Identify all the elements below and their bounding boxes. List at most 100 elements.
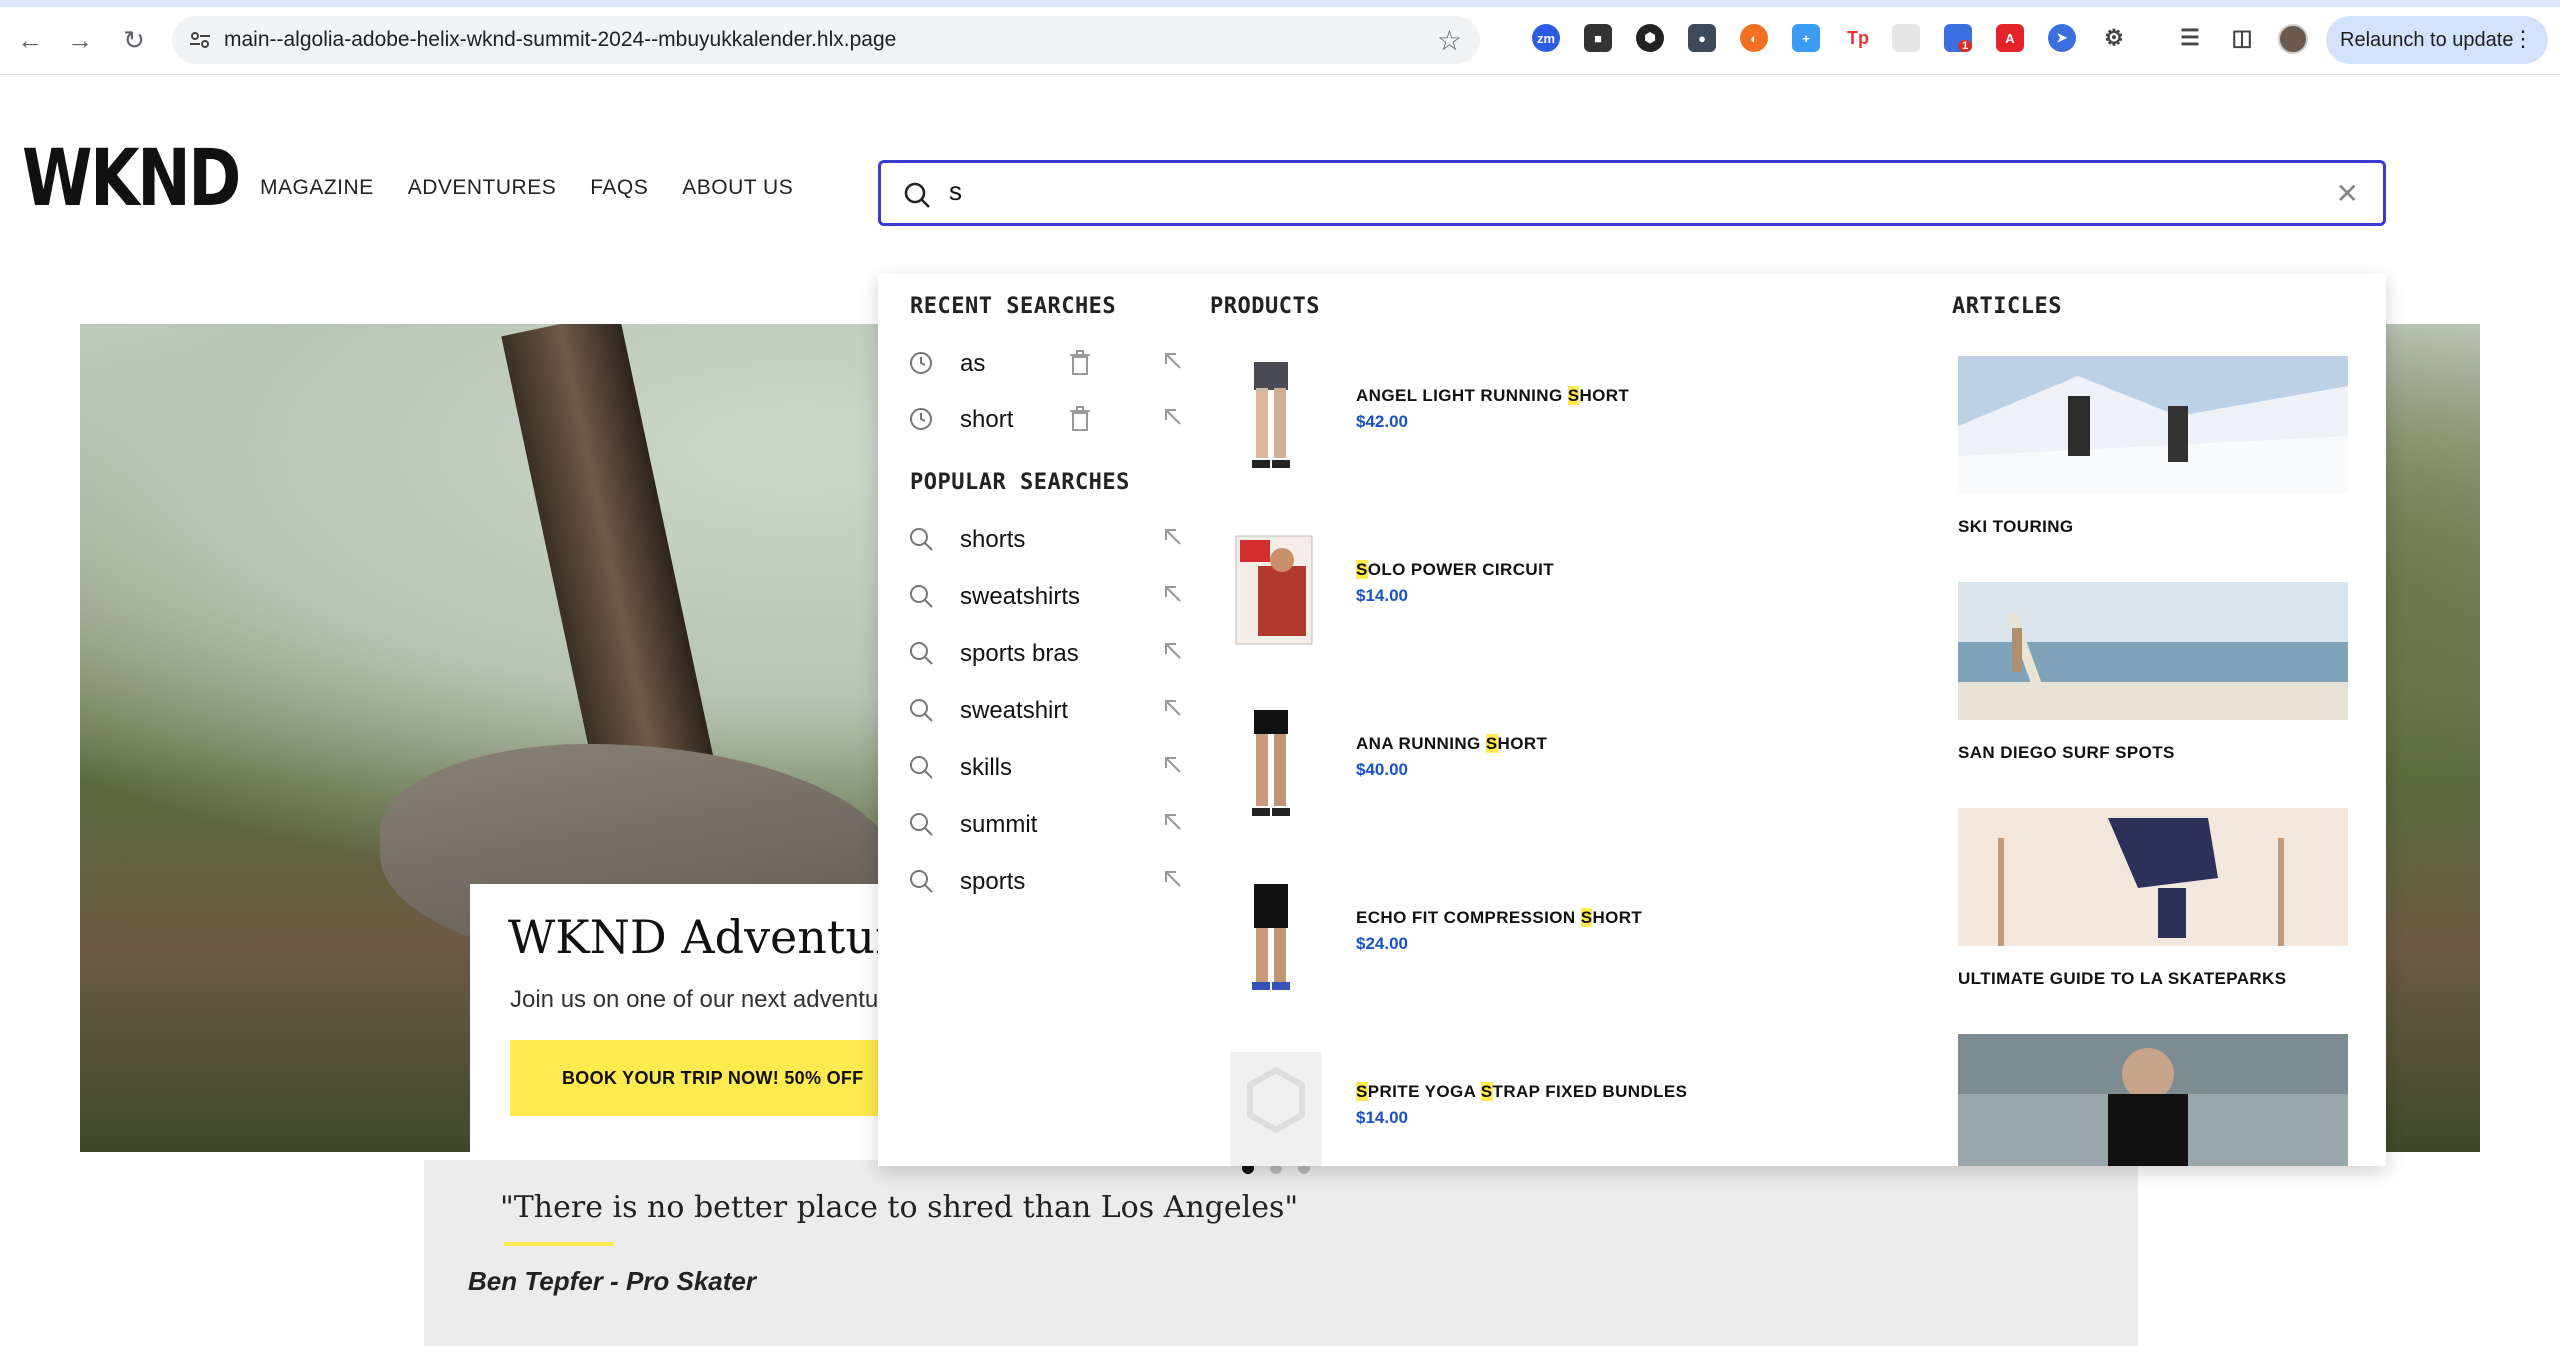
relaunch-button[interactable]: Relaunch to update ⋮ — [2326, 16, 2548, 64]
popular-search-label: shorts — [960, 526, 1026, 553]
fill-query-arrow-icon[interactable] — [1162, 583, 1184, 605]
search-icon — [910, 642, 933, 665]
popular-search-label: summit — [960, 811, 1038, 838]
search-icon — [910, 756, 933, 779]
back-arrow-icon[interactable]: ← — [14, 24, 46, 56]
product-item[interactable]: ECHO FIT COMPRESSION SHORT $24.00 — [1218, 878, 1918, 1028]
extension-icon[interactable] — [1892, 24, 1920, 52]
popular-search-item[interactable]: sweatshirt — [908, 691, 1181, 731]
popular-search-label: skills — [960, 754, 1012, 781]
extension-icon[interactable]: ◐ — [1740, 24, 1768, 52]
search-input[interactable] — [947, 175, 2251, 208]
product-item[interactable]: ANGEL LIGHT RUNNING SHORT $42.00 — [1218, 356, 1918, 506]
article-title: SKI TOURING — [1958, 517, 2074, 536]
browser-toolbar: ← → ↻ main--algolia-adobe-helix-wknd-sum… — [0, 0, 2560, 75]
product-name: ECHO FIT COMPRESSION SHORT — [1356, 908, 1643, 927]
fill-query-arrow-icon[interactable] — [1162, 754, 1184, 776]
search-icon — [904, 182, 930, 208]
popular-search-label: sports bras — [960, 640, 1079, 667]
article-image — [1958, 356, 2348, 494]
site-settings-icon[interactable] — [188, 28, 212, 52]
fill-query-arrow-icon[interactable] — [1162, 526, 1184, 548]
search-icon — [910, 585, 933, 608]
article-title: SAN DIEGO SURF SPOTS — [1958, 743, 2175, 762]
product-image — [1252, 884, 1290, 990]
popular-searches-title: POPULAR SEARCHES — [910, 470, 1130, 495]
search-icon — [910, 699, 933, 722]
fill-query-arrow-icon[interactable] — [1162, 811, 1184, 833]
testimonial: "There is no better place to shred than … — [424, 1160, 2138, 1346]
article-item[interactable] — [1958, 1034, 2348, 1166]
zoom-extension-icon[interactable]: zm — [1532, 24, 1560, 52]
search-icon — [910, 813, 933, 836]
product-price: $40.00 — [1356, 760, 1408, 779]
extensions-puzzle-icon[interactable]: ⚙ — [2100, 24, 2128, 52]
media-controls-icon[interactable]: ☰ — [2176, 24, 2204, 52]
side-panel-icon[interactable]: ◫ — [2228, 24, 2256, 52]
profile-avatar[interactable] — [2278, 24, 2308, 54]
relaunch-label: Relaunch to update — [2340, 28, 2514, 51]
recent-search-item[interactable]: short — [908, 400, 1181, 440]
forward-arrow-icon[interactable]: → — [64, 24, 96, 56]
more-menu-icon: ⋮ — [2512, 26, 2534, 51]
clear-search-icon[interactable]: ✕ — [2336, 177, 2359, 210]
site-logo[interactable]: WKND — [22, 140, 241, 218]
nav-item-faqs[interactable]: FAQS — [590, 176, 648, 200]
nav-item-magazine[interactable]: MAGAZINE — [260, 176, 374, 200]
extension-icon[interactable]: + — [1792, 24, 1820, 52]
popular-search-label: sweatshirts — [960, 583, 1081, 610]
article-item[interactable]: ULTIMATE GUIDE TO LA SKATEPARKS — [1958, 808, 2348, 989]
search-icon — [910, 528, 933, 551]
recent-search-label: short — [960, 406, 1014, 433]
extension-icon[interactable]: ⬢ — [1636, 24, 1664, 52]
fill-query-arrow-icon[interactable] — [1162, 868, 1184, 890]
product-image — [1235, 535, 1313, 645]
article-title: ULTIMATE GUIDE TO LA SKATEPARKS — [1958, 969, 2287, 988]
product-item[interactable]: ANA RUNNING SHORT $40.00 — [1218, 704, 1918, 854]
book-trip-button[interactable]: BOOK YOUR TRIP NOW! 50% OFF — [510, 1040, 910, 1116]
product-item[interactable]: SOLO POWER CIRCUIT $14.00 — [1218, 530, 1918, 680]
address-bar[interactable]: main--algolia-adobe-helix-wknd-summit-20… — [172, 16, 1480, 64]
url-text[interactable]: main--algolia-adobe-helix-wknd-summit-20… — [224, 28, 896, 52]
fill-query-arrow-icon[interactable] — [1162, 406, 1184, 428]
products-title: PRODUCTS — [1210, 294, 1320, 319]
article-image — [1958, 808, 2348, 946]
fill-query-arrow-icon[interactable] — [1162, 640, 1184, 662]
popular-search-item[interactable]: sweatshirts — [908, 577, 1181, 617]
popular-search-item[interactable]: summit — [908, 805, 1181, 845]
recent-search-label: as — [960, 350, 986, 377]
extension-icon[interactable]: ● — [1688, 24, 1716, 52]
reload-icon[interactable]: ↻ — [118, 24, 150, 56]
bookmark-star-icon[interactable]: ☆ — [1437, 24, 1462, 57]
search-field[interactable]: ✕ — [878, 160, 2386, 226]
testimonial-author: Ben Tepfer - Pro Skater — [468, 1266, 757, 1296]
extension-icon[interactable]: Tp — [1844, 24, 1872, 52]
nav-item-adventures[interactable]: ADVENTURES — [408, 176, 557, 200]
product-item[interactable]: SPRITE YOGA STRAP FIXED BUNDLES $14.00 — [1218, 1052, 1918, 1166]
extension-icon[interactable]: ■ — [1584, 24, 1612, 52]
fill-query-arrow-icon[interactable] — [1162, 350, 1184, 372]
product-placeholder-icon — [1230, 1052, 1322, 1166]
fill-query-arrow-icon[interactable] — [1162, 697, 1184, 719]
recent-searches-title: RECENT SEARCHES — [910, 294, 1117, 319]
hero-subtitle: Join us on one of our next adventures — [510, 986, 912, 1013]
tab-strip-edge — [0, 0, 2560, 7]
recent-search-item[interactable]: as — [908, 344, 1181, 384]
nav-item-about-us[interactable]: ABOUT US — [682, 176, 793, 200]
article-item[interactable]: SAN DIEGO SURF SPOTS — [1958, 582, 2348, 763]
popular-search-item[interactable]: sports bras — [908, 634, 1181, 674]
trash-icon[interactable] — [1068, 406, 1092, 432]
article-item[interactable]: SKI TOURING — [1958, 356, 2348, 537]
article-image — [1958, 1034, 2348, 1166]
popular-search-item[interactable]: sports — [908, 862, 1181, 902]
extension-icon[interactable]: ➤ — [2048, 24, 2076, 52]
history-clock-icon — [910, 352, 932, 374]
testimonial-quote: "There is no better place to shred than … — [500, 1190, 1299, 1225]
main-nav: MAGAZINE ADVENTURES FAQS ABOUT US — [260, 176, 827, 200]
extension-icon[interactable]: 1 — [1944, 24, 1973, 52]
product-price: $42.00 — [1356, 412, 1408, 431]
popular-search-item[interactable]: shorts — [908, 520, 1181, 560]
popular-search-item[interactable]: skills — [908, 748, 1181, 788]
trash-icon[interactable] — [1068, 350, 1092, 376]
acrobat-extension-icon[interactable]: A — [1996, 24, 2024, 52]
